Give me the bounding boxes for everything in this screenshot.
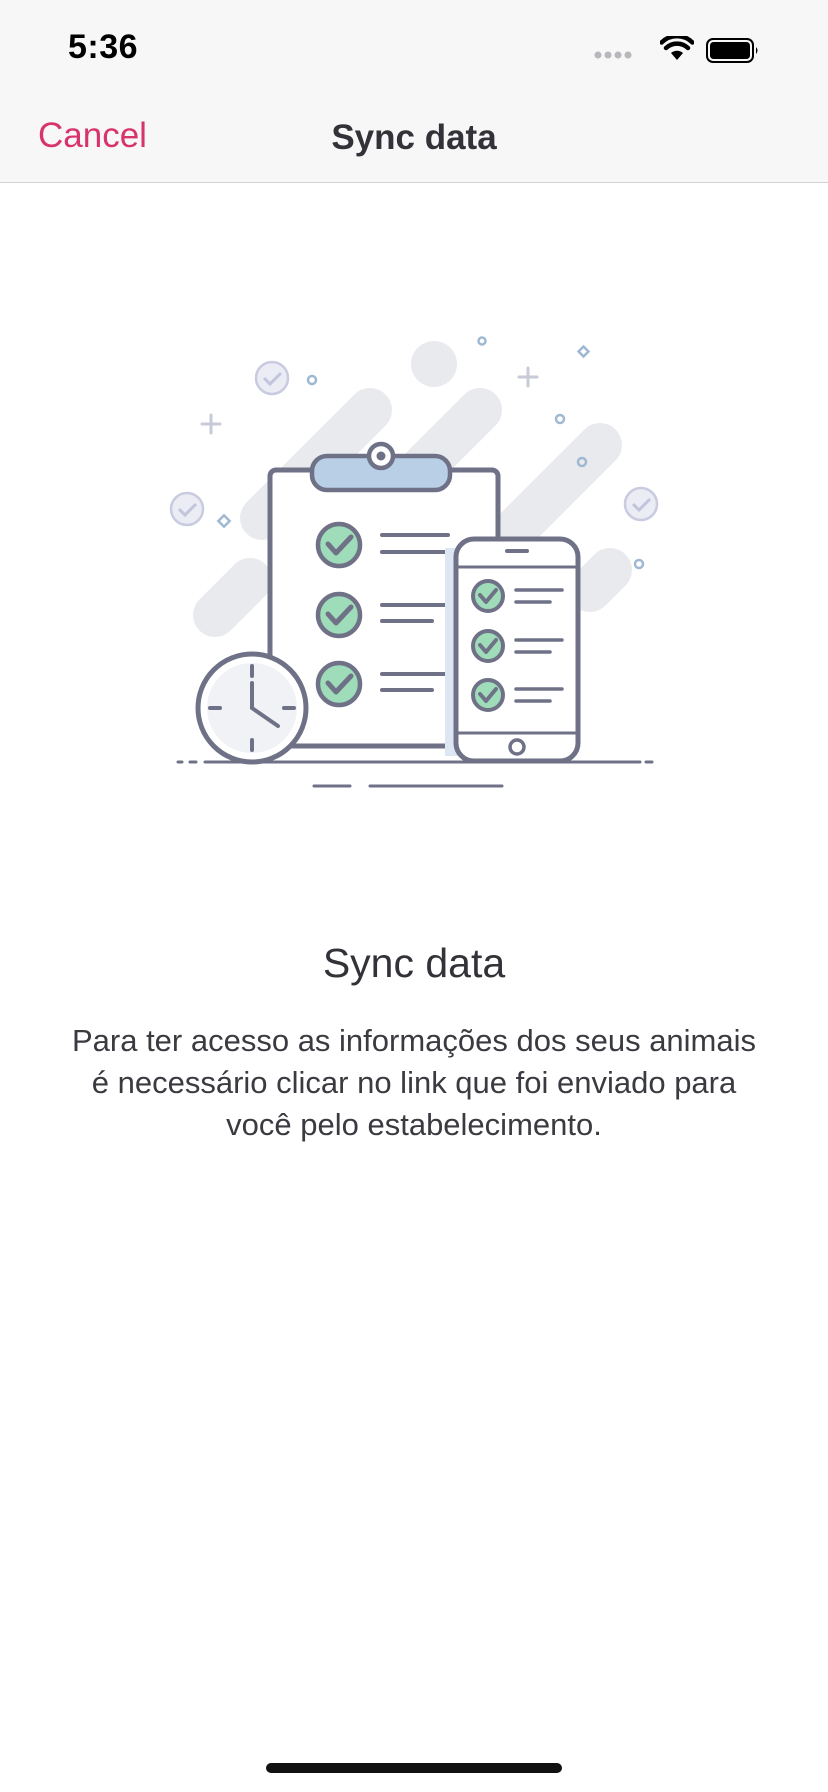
signal-icon [594,51,632,59]
wifi-icon [660,36,694,60]
nav-bar: Sync data Cancel [0,92,828,183]
status-time: 5:36 [68,28,139,66]
home-indicator [266,1763,562,1773]
status-icons [594,36,794,66]
sync-illustration-icon [169,336,659,788]
cancel-button[interactable]: Cancel [38,116,147,156]
battery-icon [706,38,758,63]
content-title: Sync data [322,940,506,986]
status-bar: 5:36 [0,0,828,92]
content-body: Para ter acesso as informações dos seus … [71,1023,757,1142]
